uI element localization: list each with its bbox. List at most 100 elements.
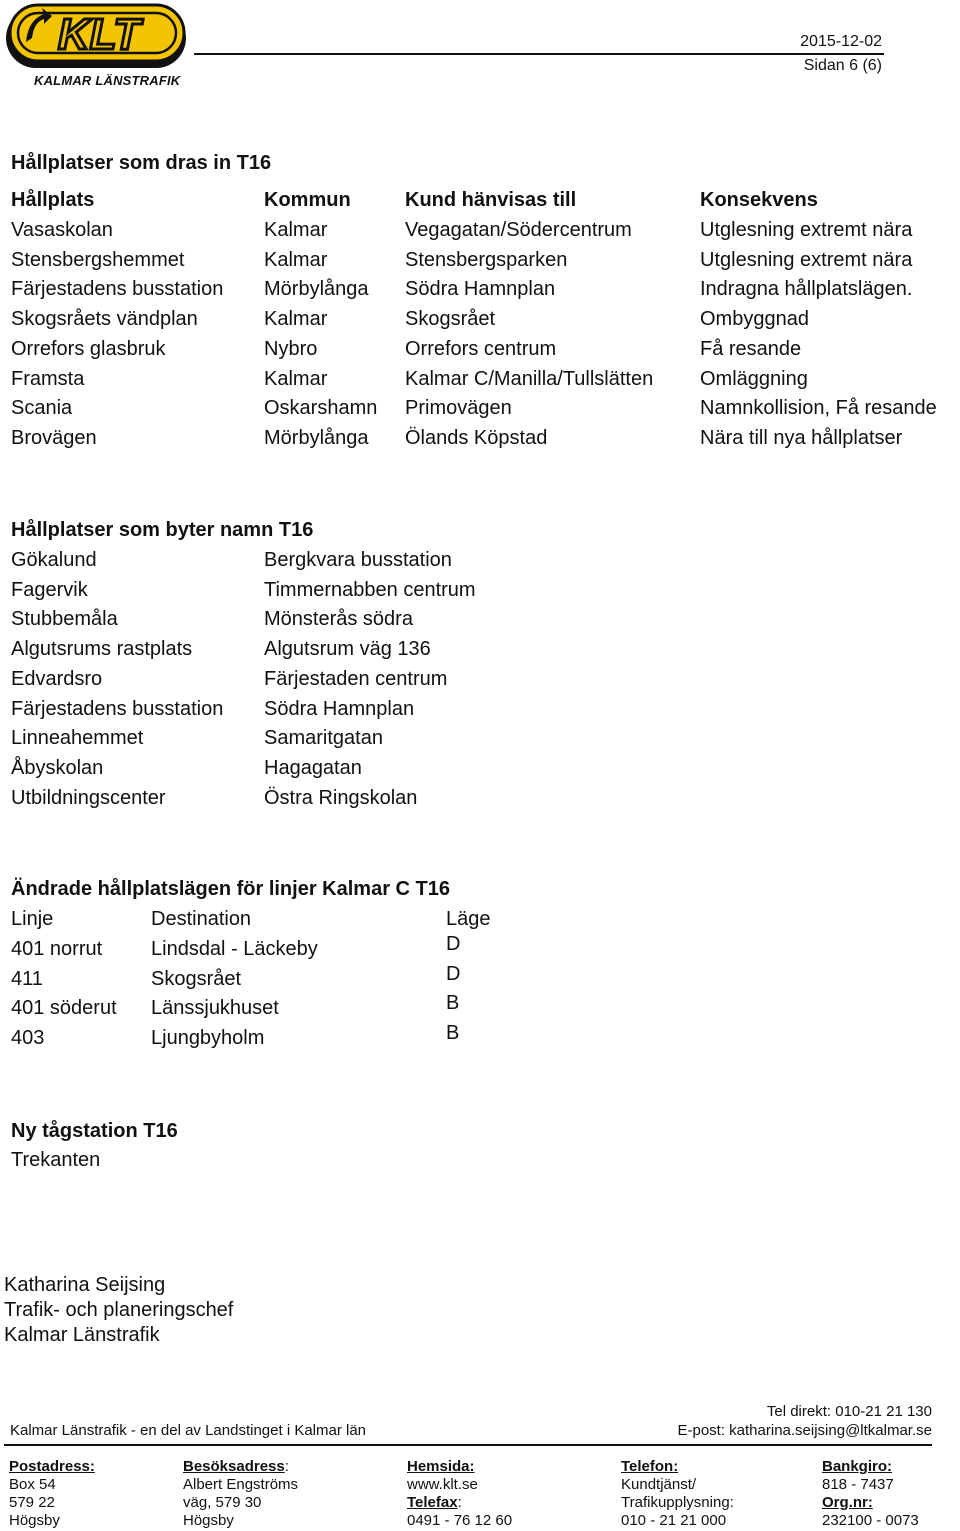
footer-email[interactable]: E-post: katharina.seijsing@ltkalmar.se [677,1422,932,1439]
postadress-line: Box 54 [9,1476,56,1493]
new-stop-name: Södra Hamnplan [264,697,415,720]
line-number: 401 söderut [11,997,117,1020]
telefax-colon: : [457,1494,462,1511]
consequence: Ombyggnad [700,308,809,331]
header-divider [194,53,884,55]
section-station-title: Ny tågstation T16 [11,1120,178,1142]
new-stop-name: Samaritgatan [264,727,383,750]
consequence: Få resande [700,337,802,360]
stop-position: D [446,962,461,985]
footer-divider [4,1444,932,1446]
telefon-line: Trafikupplysning: [621,1494,734,1511]
new-stop-name: Östra Ringskolan [264,786,418,809]
telefax-label: Telefax [407,1494,458,1511]
destination: Lindsdal - Läckeby [151,938,318,960]
redirect-stop: Södra Hamnplan [405,278,556,301]
column-header-position: Läge [446,908,491,930]
destination: Skogsrået [151,967,242,990]
orgnr-label: Org.nr: [822,1494,873,1511]
besoksadress-line: väg, 579 30 [183,1494,262,1511]
postadress-line: 579 22 [9,1494,55,1511]
page-number: Sidan 6 (6) [803,57,882,74]
postadress-label: Postadress: [9,1458,95,1475]
footer-org-line: Kalmar Länstrafik - en del av Landstinge… [10,1422,367,1439]
old-stop-name: Fagervik [11,578,88,601]
redirect-stop: Ölands Köpstad [405,426,548,449]
telefax-heading: Telefax: [407,1494,462,1512]
hemsida-link[interactable]: www.klt.se [407,1476,478,1493]
telefax-value: 0491 - 76 12 60 [407,1512,513,1529]
klt-logo-mark: KLT [6,3,186,68]
old-stop-name: Algutsrums rastplats [11,638,193,661]
municipality: Kalmar [264,367,328,390]
logo-caption: KALMAR LÄNSTRAFIK [34,73,181,88]
destination: Ljungbyholm [151,1027,265,1050]
stop-name: Framsta [11,367,85,390]
column-header-municipality: Kommun [264,189,351,211]
stop-name: Färjestadens busstation [11,278,224,301]
consequence: Namnkollision, Få resande [700,397,937,420]
consequence: Utglesning extremt nära [700,248,913,271]
old-stop-name: Stubbemåla [11,608,118,631]
old-stop-name: Gökalund [11,549,97,571]
consequence: Utglesning extremt nära [700,219,913,241]
redirect-stop: Kalmar C/Manilla/Tullslätten [405,367,654,390]
new-stop-name: Bergkvara busstation [264,549,452,571]
stop-name: Scania [11,397,73,420]
municipality: Kalmar [264,308,328,331]
postadress-line: Högsby [9,1512,60,1529]
redirect-stop: Vegagatan/Södercentrum [405,219,632,241]
new-stop-name: Algutsrum väg 136 [264,638,431,661]
besoksadress-label: Besöksadress [183,1458,285,1475]
logo-text: KLT [58,10,143,59]
destination: Länssjukhuset [151,997,279,1020]
footer-tel-direct: Tel direkt: 010-21 21 130 [766,1403,932,1420]
besoksadress-line: Högsby [183,1512,234,1529]
signature-name: Katharina Seijsing [4,1274,166,1296]
column-header-redirect: Kund hänvisas till [405,189,577,211]
old-stop-name: Edvardsro [11,667,103,690]
column-header-consequence: Konsekvens [700,189,818,211]
line-number: 401 norrut [11,938,103,960]
stop-name: Skogsråets vändplan [11,308,198,331]
document-date: 2015-12-02 [800,33,882,50]
new-stop-name: Hagagatan [264,756,362,779]
municipality: Kalmar [264,248,328,271]
redirect-stop: Primovägen [405,397,512,420]
old-stop-name: Linneahemmet [11,727,144,750]
besoksadress-colon: : [284,1458,289,1475]
redirect-stop: Orrefors centrum [405,337,557,360]
municipality: Kalmar [264,219,328,241]
telefon-number: 010 - 21 21 000 [621,1512,727,1529]
column-header-destination: Destination [151,908,252,930]
column-header-line: Linje [11,908,54,930]
station-name: Trekanten [11,1149,101,1171]
consequence: Omläggning [700,367,808,390]
redirect-stop: Stensbergsparken [405,248,568,271]
new-stop-name: Färjestaden centrum [264,667,448,690]
stop-name: Stensbergshemmet [11,248,185,271]
redirect-stop: Skogsrået [405,308,496,331]
new-stop-name: Timmernabben centrum [264,578,476,601]
section-positions-title: Ändrade hållplatslägen för linjer Kalmar… [11,878,451,900]
telefon-label: Telefon: [621,1458,679,1475]
besoksadress-line: Albert Engströms [183,1476,299,1493]
besoksadress-heading: Besöksadress: [183,1458,289,1476]
stop-name: Vasaskolan [11,219,113,241]
stop-name: Brovägen [11,426,97,449]
consequence: Indragna hållplatslägen. [700,278,913,301]
consequence: Nära till nya hållplatser [700,426,903,449]
orgnr-value: 232100 - 0073 [822,1512,919,1529]
municipality: Nybro [264,337,318,360]
line-number: 403 [11,1027,45,1050]
stop-position: B [446,992,460,1015]
bankgiro-label: Bankgiro: [822,1458,893,1475]
municipality: Mörbylånga [264,278,369,301]
municipality: Oskarshamn [264,397,378,420]
stop-position: B [446,1022,460,1045]
section-removed-title: Hållplatser som dras in T16 [11,152,272,174]
signature-role: Trafik- och planeringschef [4,1299,234,1321]
signature-org: Kalmar Länstrafik [4,1324,160,1346]
klt-logo: KLT KALMAR LÄNSTRAFIK [4,2,190,92]
telefon-line: Kundtjänst/ [621,1476,697,1493]
